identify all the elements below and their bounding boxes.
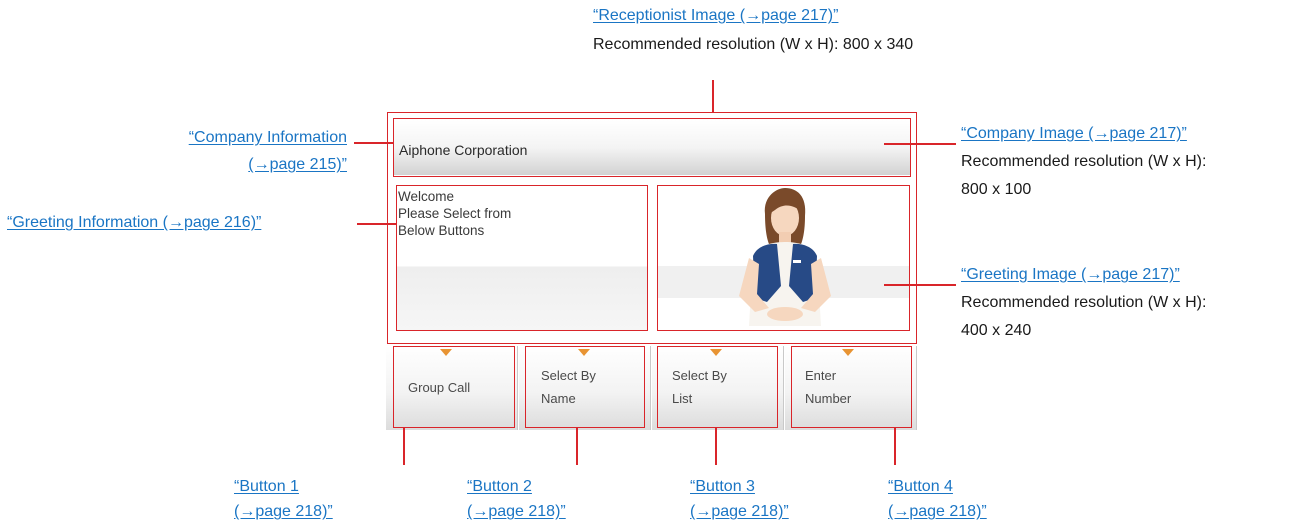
button3-leader-line (715, 428, 717, 465)
company-information-link-line2[interactable]: (→page 215)” (120, 153, 347, 177)
company-image-link[interactable]: “Company Image (→page 217)” (961, 122, 1187, 146)
button4-link-line2[interactable]: (→page 218)” (888, 500, 987, 524)
greeting-image-link[interactable]: “Greeting Image (→page 217)” (961, 263, 1180, 287)
receptionist-image-resolution: Recommended resolution (W x H): 800 x 34… (593, 36, 914, 53)
greeting-info-leader-line (357, 223, 397, 225)
company-image-resolution-line1: Recommended resolution (W x H): (961, 153, 1207, 170)
receptionist-leader-line (712, 80, 714, 113)
greeting-image-resolution-line1: Recommended resolution (W x H): (961, 294, 1207, 311)
button1-link-line2[interactable]: (→page 218)” (234, 500, 333, 524)
company-image-leader-line (884, 143, 956, 145)
greeting-information-link[interactable]: “Greeting Information (→page 216)” (7, 211, 261, 235)
company-image-outline (393, 118, 911, 177)
greeting-image-resolution-line2: 400 x 240 (961, 322, 1032, 339)
button2-link-line1[interactable]: “Button 2 (467, 475, 532, 499)
button4-link-line1[interactable]: “Button 4 (888, 475, 953, 499)
button2-outline (525, 346, 645, 428)
greeting-image-leader-line (884, 284, 956, 286)
company-info-leader-line (354, 142, 394, 144)
company-image-resolution-line2: 800 x 100 (961, 181, 1032, 198)
button4-leader-line (894, 428, 896, 465)
button4-outline (791, 346, 912, 428)
company-information-link-line1[interactable]: “Company Information (120, 126, 347, 150)
button1-outline (393, 346, 515, 428)
button2-link-line2[interactable]: (→page 218)” (467, 500, 566, 524)
button1-link-line1[interactable]: “Button 1 (234, 475, 299, 499)
button3-link-line1[interactable]: “Button 3 (690, 475, 755, 499)
button3-link-line2[interactable]: (→page 218)” (690, 500, 789, 524)
button3-outline (657, 346, 778, 428)
greeting-image-outline (657, 185, 910, 331)
button2-leader-line (576, 428, 578, 465)
greeting-information-outline (396, 185, 648, 331)
receptionist-image-link[interactable]: “Receptionist Image (→page 217)” (593, 4, 838, 28)
button1-leader-line (403, 428, 405, 465)
